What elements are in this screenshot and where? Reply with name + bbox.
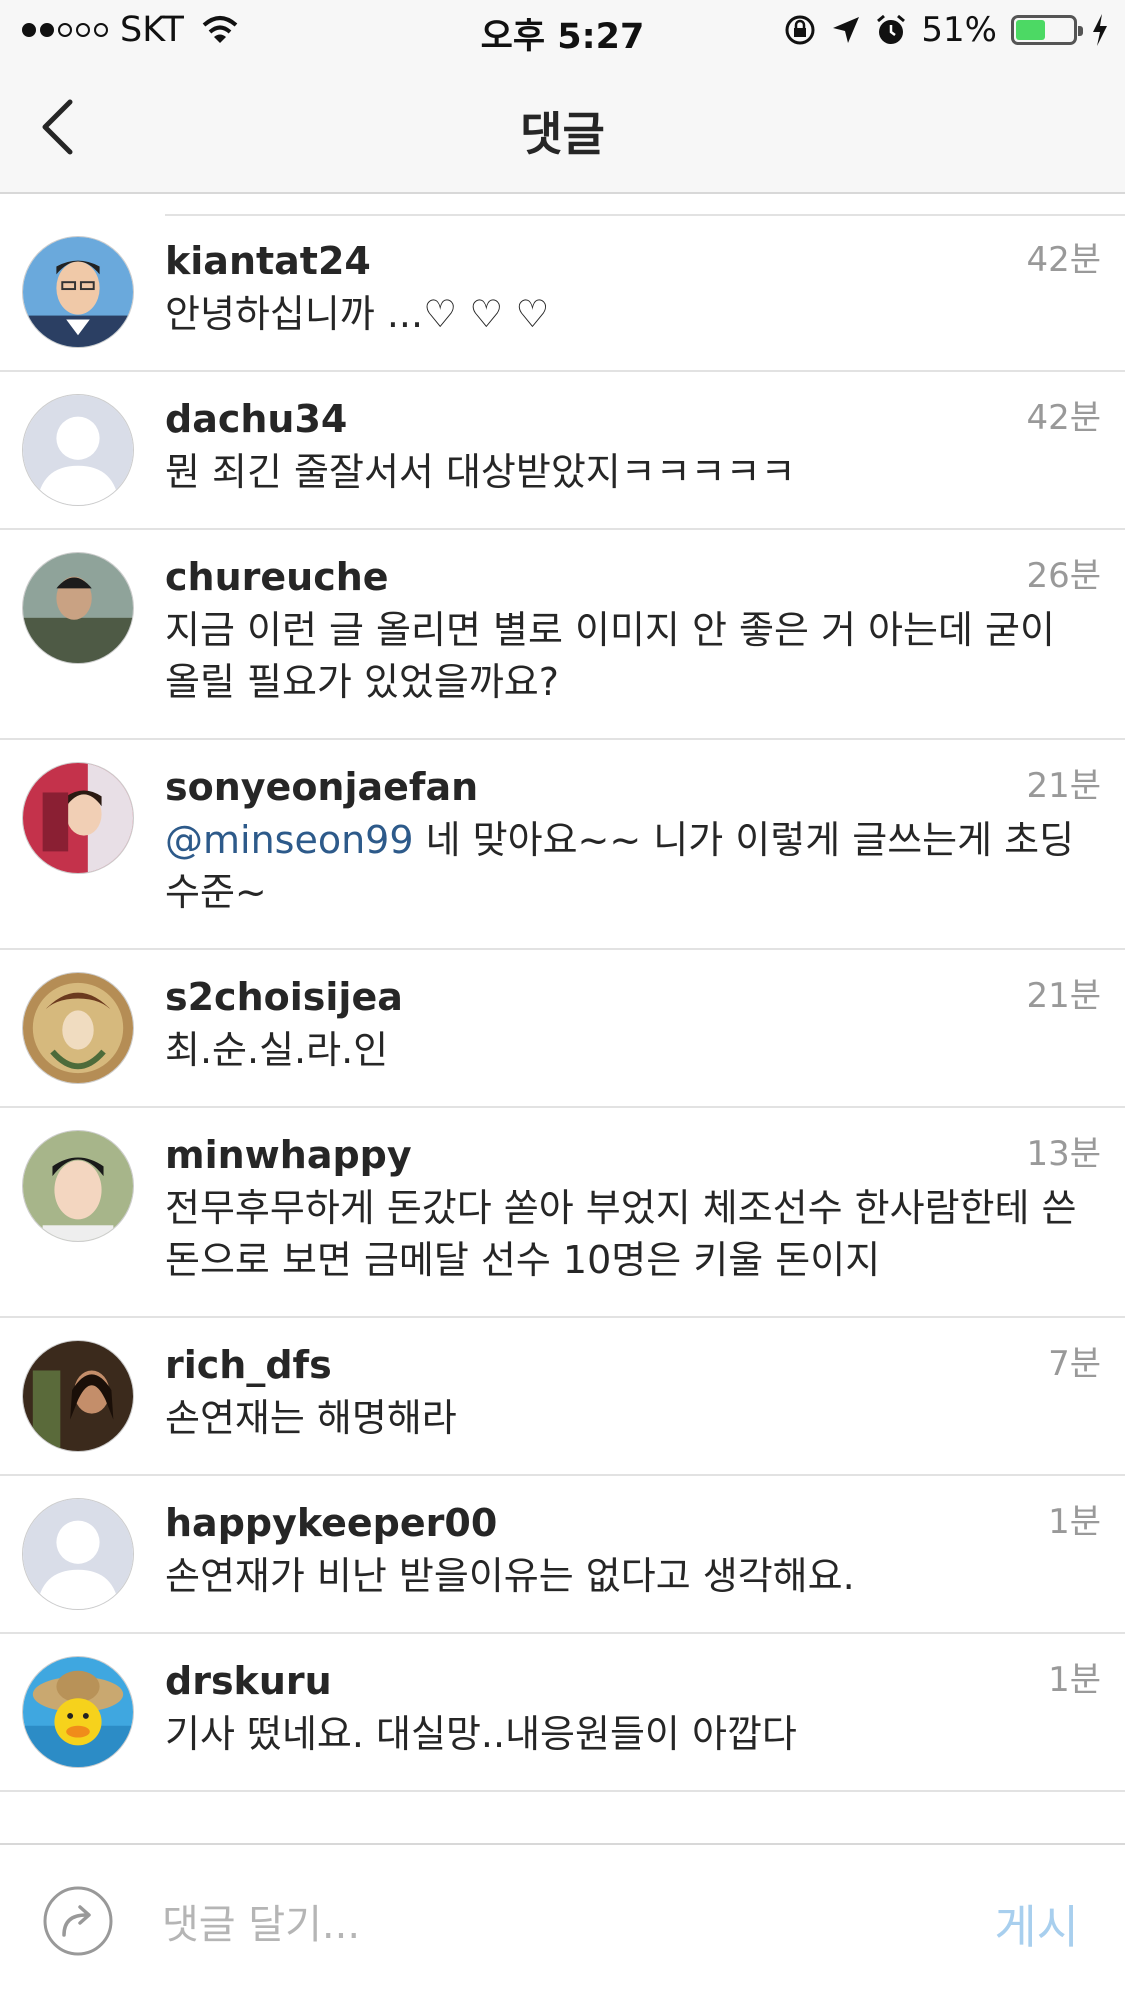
comment-timestamp: 13분 bbox=[1026, 1134, 1101, 1174]
comment-timestamp: 42분 bbox=[1026, 398, 1101, 438]
comment-item: kiantat24 안녕하십니까 ...♡ ♡ ♡ 42분 bbox=[0, 214, 1125, 372]
comment-item: rich_dfs 손연재는 해명해라 7분 bbox=[0, 1318, 1125, 1476]
comment-text: 손연재가 비난 받을이유는 없다고 생각해요. bbox=[165, 1554, 855, 1598]
comment-username[interactable]: chureuche bbox=[165, 552, 1085, 602]
comment-input[interactable] bbox=[160, 1889, 924, 1961]
avatar[interactable] bbox=[22, 1656, 134, 1768]
avatar[interactable] bbox=[22, 236, 134, 348]
comment-username[interactable]: dachu34 bbox=[165, 394, 1085, 444]
comment-text: 뭔 죄긴 줄잘서서 대상받았지ㅋㅋㅋㅋㅋ bbox=[165, 450, 796, 494]
comment-item: sonyeonjaefan @minseon99 네 맞아요~~ 니가 이렇게 … bbox=[0, 740, 1125, 950]
comment-timestamp: 26분 bbox=[1026, 556, 1101, 596]
comment-username[interactable]: kiantat24 bbox=[165, 236, 1085, 286]
comment-item: chureuche 지금 이런 글 올리면 별로 이미지 안 좋은 거 아는데 … bbox=[0, 530, 1125, 740]
avatar[interactable] bbox=[22, 552, 134, 664]
comment-text: 지금 이런 글 올리면 별로 이미지 안 좋은 거 아는데 굳이 올릴 필요가 … bbox=[165, 608, 1055, 704]
comment-text: 전무후무하게 돈갔다 쏟아 부었지 체조선수 한사람한테 쓴돈으로 보면 금메달… bbox=[165, 1186, 1077, 1282]
mention-link[interactable]: @minseon99 bbox=[165, 818, 414, 862]
avatar[interactable] bbox=[22, 1130, 134, 1242]
avatar[interactable] bbox=[22, 762, 134, 874]
page-title: 댓글 bbox=[520, 107, 605, 161]
comment-timestamp: 1분 bbox=[1048, 1660, 1101, 1700]
navigation-bar: 댓글 bbox=[0, 60, 1125, 194]
battery-icon bbox=[1011, 15, 1083, 45]
comment-item: dachu34 뭔 죄긴 줄잘서서 대상받았지ㅋㅋㅋㅋㅋ 42분 bbox=[0, 372, 1125, 530]
default-avatar-icon[interactable] bbox=[22, 394, 134, 506]
status-bar: SKT 오후 5:27 51% bbox=[0, 0, 1125, 60]
comment-username[interactable]: rich_dfs bbox=[165, 1340, 1085, 1390]
comment-username[interactable]: drskuru bbox=[165, 1656, 1085, 1706]
comment-timestamp: 42분 bbox=[1026, 240, 1101, 280]
battery-percent: 51% bbox=[921, 10, 997, 50]
share-icon[interactable] bbox=[42, 1885, 114, 1957]
comment-list[interactable]: kiantat24 안녕하십니까 ...♡ ♡ ♡ 42분 dachu34 뭔 … bbox=[0, 214, 1125, 1792]
comment-timestamp: 7분 bbox=[1048, 1344, 1101, 1384]
comment-item: happykeeper00 손연재가 비난 받을이유는 없다고 생각해요. 1분 bbox=[0, 1476, 1125, 1634]
comment-text: @minseon99 네 맞아요~~ 니가 이렇게 글쓰는게 초딩 수준~ bbox=[165, 814, 1085, 918]
comment-username[interactable]: minwhappy bbox=[165, 1130, 1085, 1180]
alarm-icon bbox=[877, 14, 906, 44]
comment-text: 최.순.실.라.인 bbox=[165, 1028, 389, 1072]
avatar[interactable] bbox=[22, 1340, 134, 1452]
comment-item: minwhappy 전무후무하게 돈갔다 쏟아 부었지 체조선수 한사람한테 쓴… bbox=[0, 1108, 1125, 1318]
comment-item: s2choisijea 최.순.실.라.인 21분 bbox=[0, 950, 1125, 1108]
comment-username[interactable]: happykeeper00 bbox=[165, 1498, 1085, 1548]
rotation-lock-icon bbox=[785, 15, 815, 45]
comment-text: 손연재는 해명해라 bbox=[165, 1396, 457, 1440]
comment-username[interactable]: s2choisijea bbox=[165, 972, 1085, 1022]
comment-item: drskuru 기사 떴네요. 대실망..내응원들이 아깝다 1분 bbox=[0, 1634, 1125, 1792]
comment-username[interactable]: sonyeonjaefan bbox=[165, 762, 1085, 812]
default-avatar-icon[interactable] bbox=[22, 1498, 134, 1610]
location-icon bbox=[833, 17, 860, 43]
charging-bolt-icon bbox=[1093, 14, 1107, 46]
comment-compose-bar: 게시 bbox=[0, 1843, 1125, 2003]
comment-text: 기사 떴네요. 대실망..내응원들이 아깝다 bbox=[165, 1712, 797, 1756]
comment-text: 안녕하십니까 ...♡ ♡ ♡ bbox=[165, 292, 550, 336]
post-button[interactable]: 게시 bbox=[994, 1891, 1079, 1957]
comment-timestamp: 21분 bbox=[1026, 766, 1101, 806]
comment-timestamp: 21분 bbox=[1026, 976, 1101, 1016]
status-right: 51% bbox=[783, 10, 1109, 50]
comment-timestamp: 1분 bbox=[1048, 1502, 1101, 1542]
avatar[interactable] bbox=[22, 972, 134, 1084]
